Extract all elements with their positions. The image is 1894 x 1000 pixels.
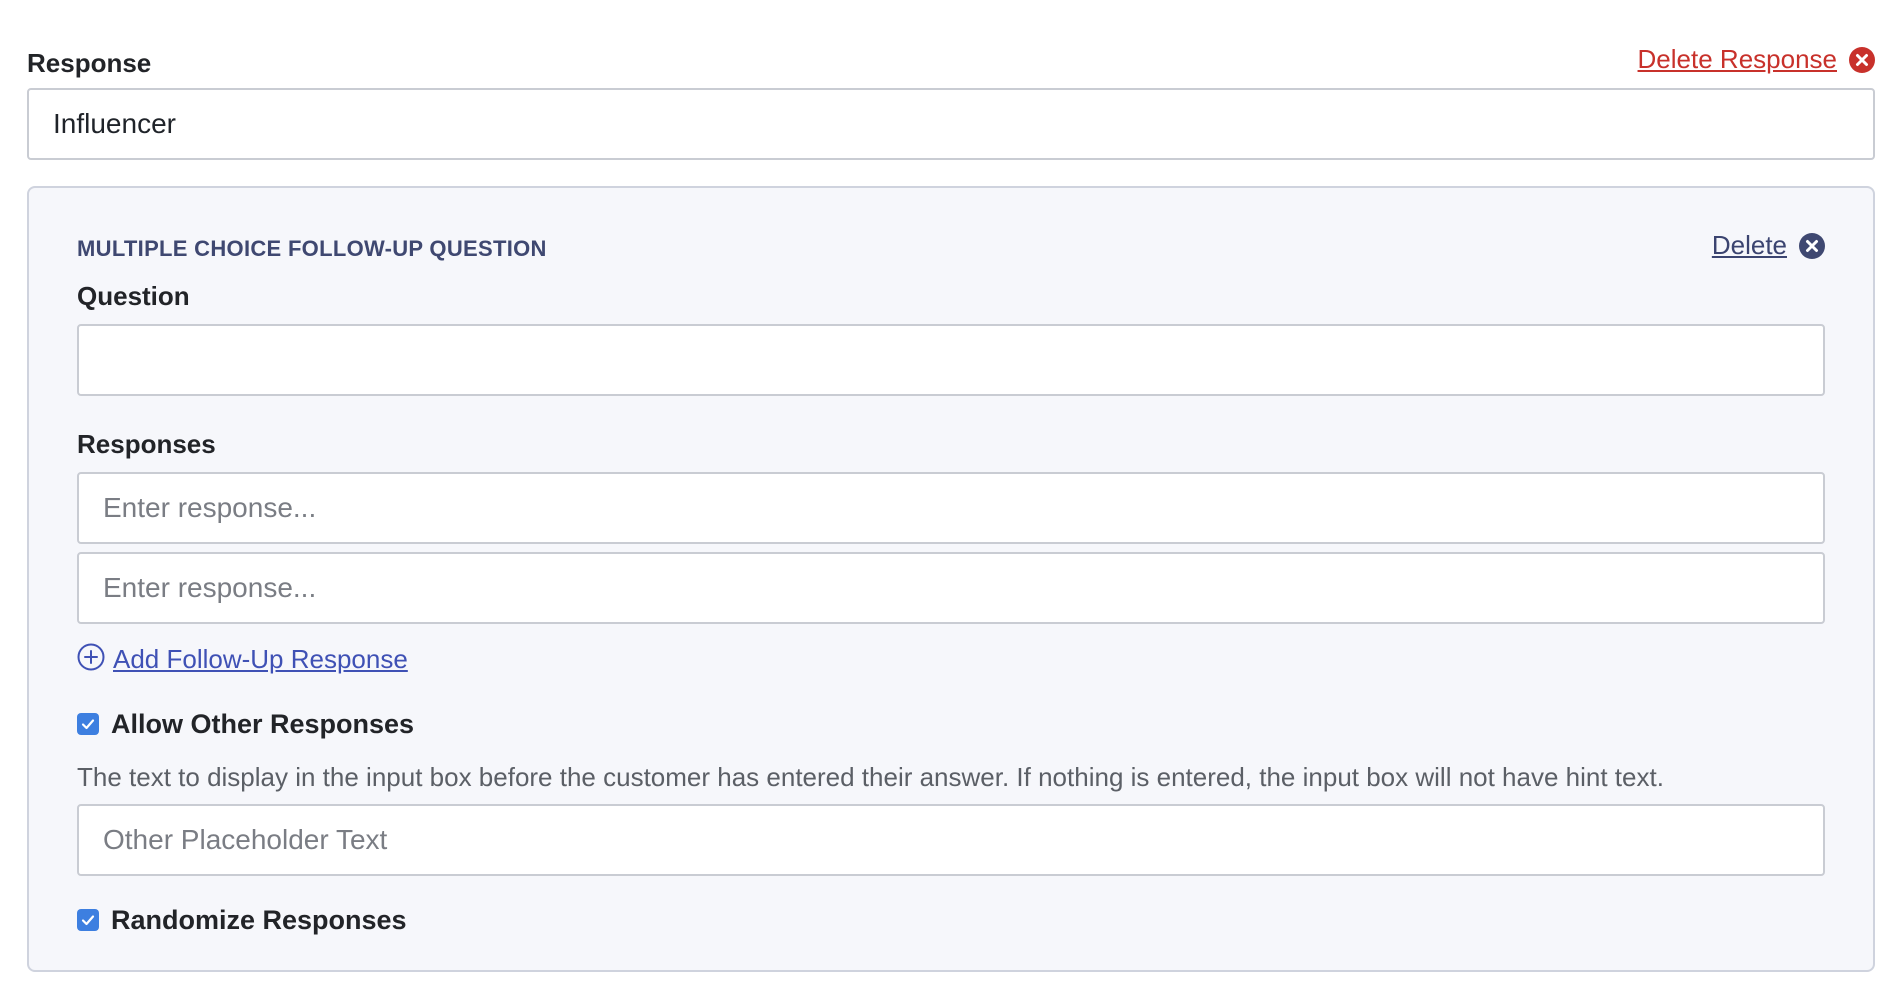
response-editor: Response Delete Response MULTIPLE CHOICE… [27,0,1875,972]
add-followup-response-control[interactable]: Add Follow-Up Response [77,642,1825,676]
responses-label: Responses [77,429,216,459]
plus-circle-icon[interactable] [77,643,105,676]
question-input[interactable] [77,324,1825,396]
other-placeholder-input[interactable] [77,804,1825,876]
randomize-checkbox[interactable] [77,909,99,931]
delete-followup-link[interactable]: Delete [1712,230,1787,261]
response-label: Response [27,48,152,78]
followup-question-panel: MULTIPLE CHOICE FOLLOW-UP QUESTION Delet… [27,186,1875,972]
circle-x-icon[interactable] [1849,46,1875,73]
delete-followup-control[interactable]: Delete [1712,230,1825,261]
question-label: Question [77,281,190,311]
followup-header: MULTIPLE CHOICE FOLLOW-UP QUESTION Delet… [77,230,1825,270]
response-label-row: Response Delete Response [27,44,1875,84]
followup-response-input-2[interactable] [77,552,1825,624]
allow-other-row: Allow Other Responses [77,706,1825,742]
response-input[interactable] [27,88,1875,160]
allow-other-checkbox[interactable] [77,713,99,735]
check-icon [81,719,95,730]
add-followup-response-link[interactable]: Add Follow-Up Response [113,644,408,675]
delete-response-link[interactable]: Delete Response [1638,44,1837,75]
followup-response-input-1[interactable] [77,472,1825,544]
allow-other-label[interactable]: Allow Other Responses [111,709,414,740]
circle-x-icon[interactable] [1799,232,1825,259]
randomize-row: Randomize Responses [77,902,1825,938]
followup-title: MULTIPLE CHOICE FOLLOW-UP QUESTION [77,236,547,261]
check-icon [81,915,95,926]
other-placeholder-hint: The text to display in the input box bef… [77,762,1664,792]
delete-response-control[interactable]: Delete Response [1638,44,1875,75]
randomize-label[interactable]: Randomize Responses [111,905,407,936]
